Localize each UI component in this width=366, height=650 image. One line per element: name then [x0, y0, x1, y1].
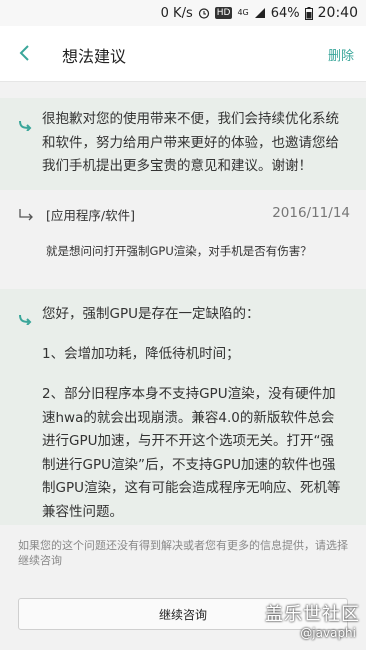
continue-consult-label: 继续咨询 [158, 607, 207, 622]
reply-icon [18, 310, 32, 326]
question-body: 就是想问问打开强制GPU渲染，对手机是否有伤害？ [46, 244, 312, 258]
signal-icon [254, 7, 266, 19]
page-title: 想法建议 [62, 47, 127, 66]
sub-arrow-icon [18, 207, 36, 221]
network-indicator: 4G [237, 9, 248, 17]
reply-paragraph: 2、部分旧程序本身不支持GPU渲染，没有硬件加速hwa的就会出现崩溃。兼容4.0… [42, 386, 341, 520]
reply-paragraph: 您好，强制GPU是存在一定缺陷的： [42, 306, 260, 322]
net-speed: 0 K/s [160, 5, 193, 21]
question-date: 2016/11/14 [272, 205, 350, 221]
watermark-user: @javaphi [300, 626, 356, 640]
reply-paragraph: 1、会增加功耗，降低待机时间； [42, 346, 240, 362]
reply-card: 您好，强制GPU是存在一定缺陷的： 1、会增加功耗，降低待机时间； 2、部分旧程… [0, 289, 366, 525]
reply-icon [18, 116, 32, 132]
hd-badge: HD [214, 7, 233, 19]
clock: 20:40 [317, 5, 358, 21]
question-category: [应用程序/软件] [46, 208, 135, 223]
net-type: 4G [237, 8, 249, 17]
app-header: 想法建议 删除 [0, 26, 366, 82]
reply-card: 很抱歉对您的使用带来不便，我们会持续优化系统和软件，努力给用户带来更好的体验，也… [0, 98, 366, 190]
user-question: [应用程序/软件] 2016/11/14 就是想问问打开强制GPU渲染，对手机是… [0, 190, 366, 290]
delete-button[interactable]: 删除 [328, 45, 354, 64]
back-arrow-icon[interactable] [16, 44, 34, 62]
alarm-icon [198, 7, 210, 19]
battery-percent: 64% [270, 5, 300, 21]
battery-icon [304, 6, 313, 20]
footer-hint: 如果您的这个问题还没有得到解决或者您有更多的信息提供，请选择继续咨询 [18, 539, 348, 567]
status-bar: 0 K/s HD 4G 64% 20:40 [0, 0, 366, 26]
watermark-logo: 盖乐世社区 [265, 604, 360, 625]
reply-text: 很抱歉对您的使用带来不便，我们会持续优化系统和软件，努力给用户带来更好的体验，也… [42, 111, 339, 174]
